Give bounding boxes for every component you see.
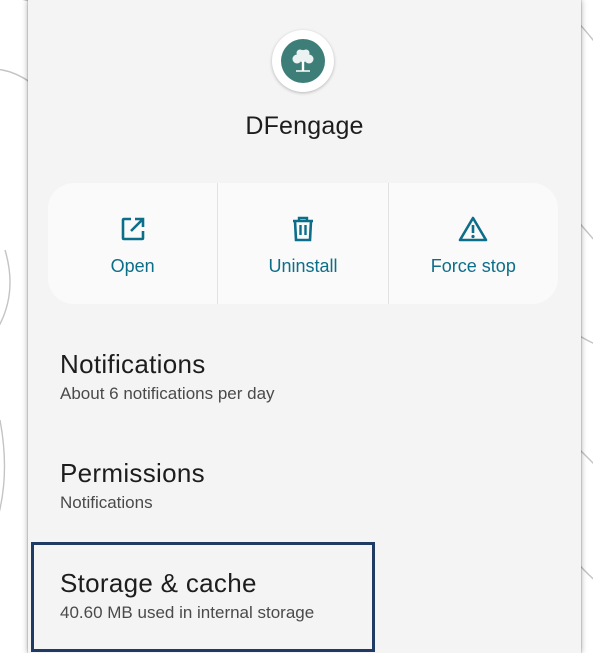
open-button[interactable]: Open bbox=[48, 183, 217, 304]
app-info-screen: DFengage Open Uninstall Force stop Notif… bbox=[28, 0, 581, 653]
force-stop-label: Force stop bbox=[430, 256, 516, 276]
uninstall-label: Uninstall bbox=[268, 256, 338, 276]
permissions-preference[interactable]: Permissions Notifications bbox=[60, 457, 520, 515]
force-stop-button[interactable]: Force stop bbox=[387, 183, 558, 304]
storage-cache-title: Storage & cache bbox=[60, 568, 257, 598]
open-external-icon bbox=[118, 214, 148, 244]
app-icon bbox=[272, 30, 334, 92]
warning-triangle-icon bbox=[458, 214, 488, 244]
permissions-title: Permissions bbox=[60, 458, 205, 488]
app-name: DFengage bbox=[245, 112, 364, 140]
storage-cache-summary: 40.60 MB used in internal storage bbox=[60, 603, 315, 622]
notifications-title: Notifications bbox=[60, 349, 206, 379]
permissions-summary: Notifications bbox=[60, 493, 153, 512]
notifications-summary: About 6 notifications per day bbox=[60, 384, 275, 403]
notifications-preference[interactable]: Notifications About 6 notifications per … bbox=[60, 348, 520, 406]
screenshot-stage: DFengage Open Uninstall Force stop Notif… bbox=[0, 0, 593, 653]
action-bar: Open Uninstall Force stop bbox=[48, 183, 558, 304]
open-label: Open bbox=[110, 256, 155, 276]
tree-logo-icon bbox=[281, 39, 325, 83]
trash-icon bbox=[288, 214, 318, 244]
storage-cache-preference[interactable]: Storage & cache 40.60 MB used in interna… bbox=[60, 567, 520, 625]
uninstall-button[interactable]: Uninstall bbox=[217, 183, 387, 304]
